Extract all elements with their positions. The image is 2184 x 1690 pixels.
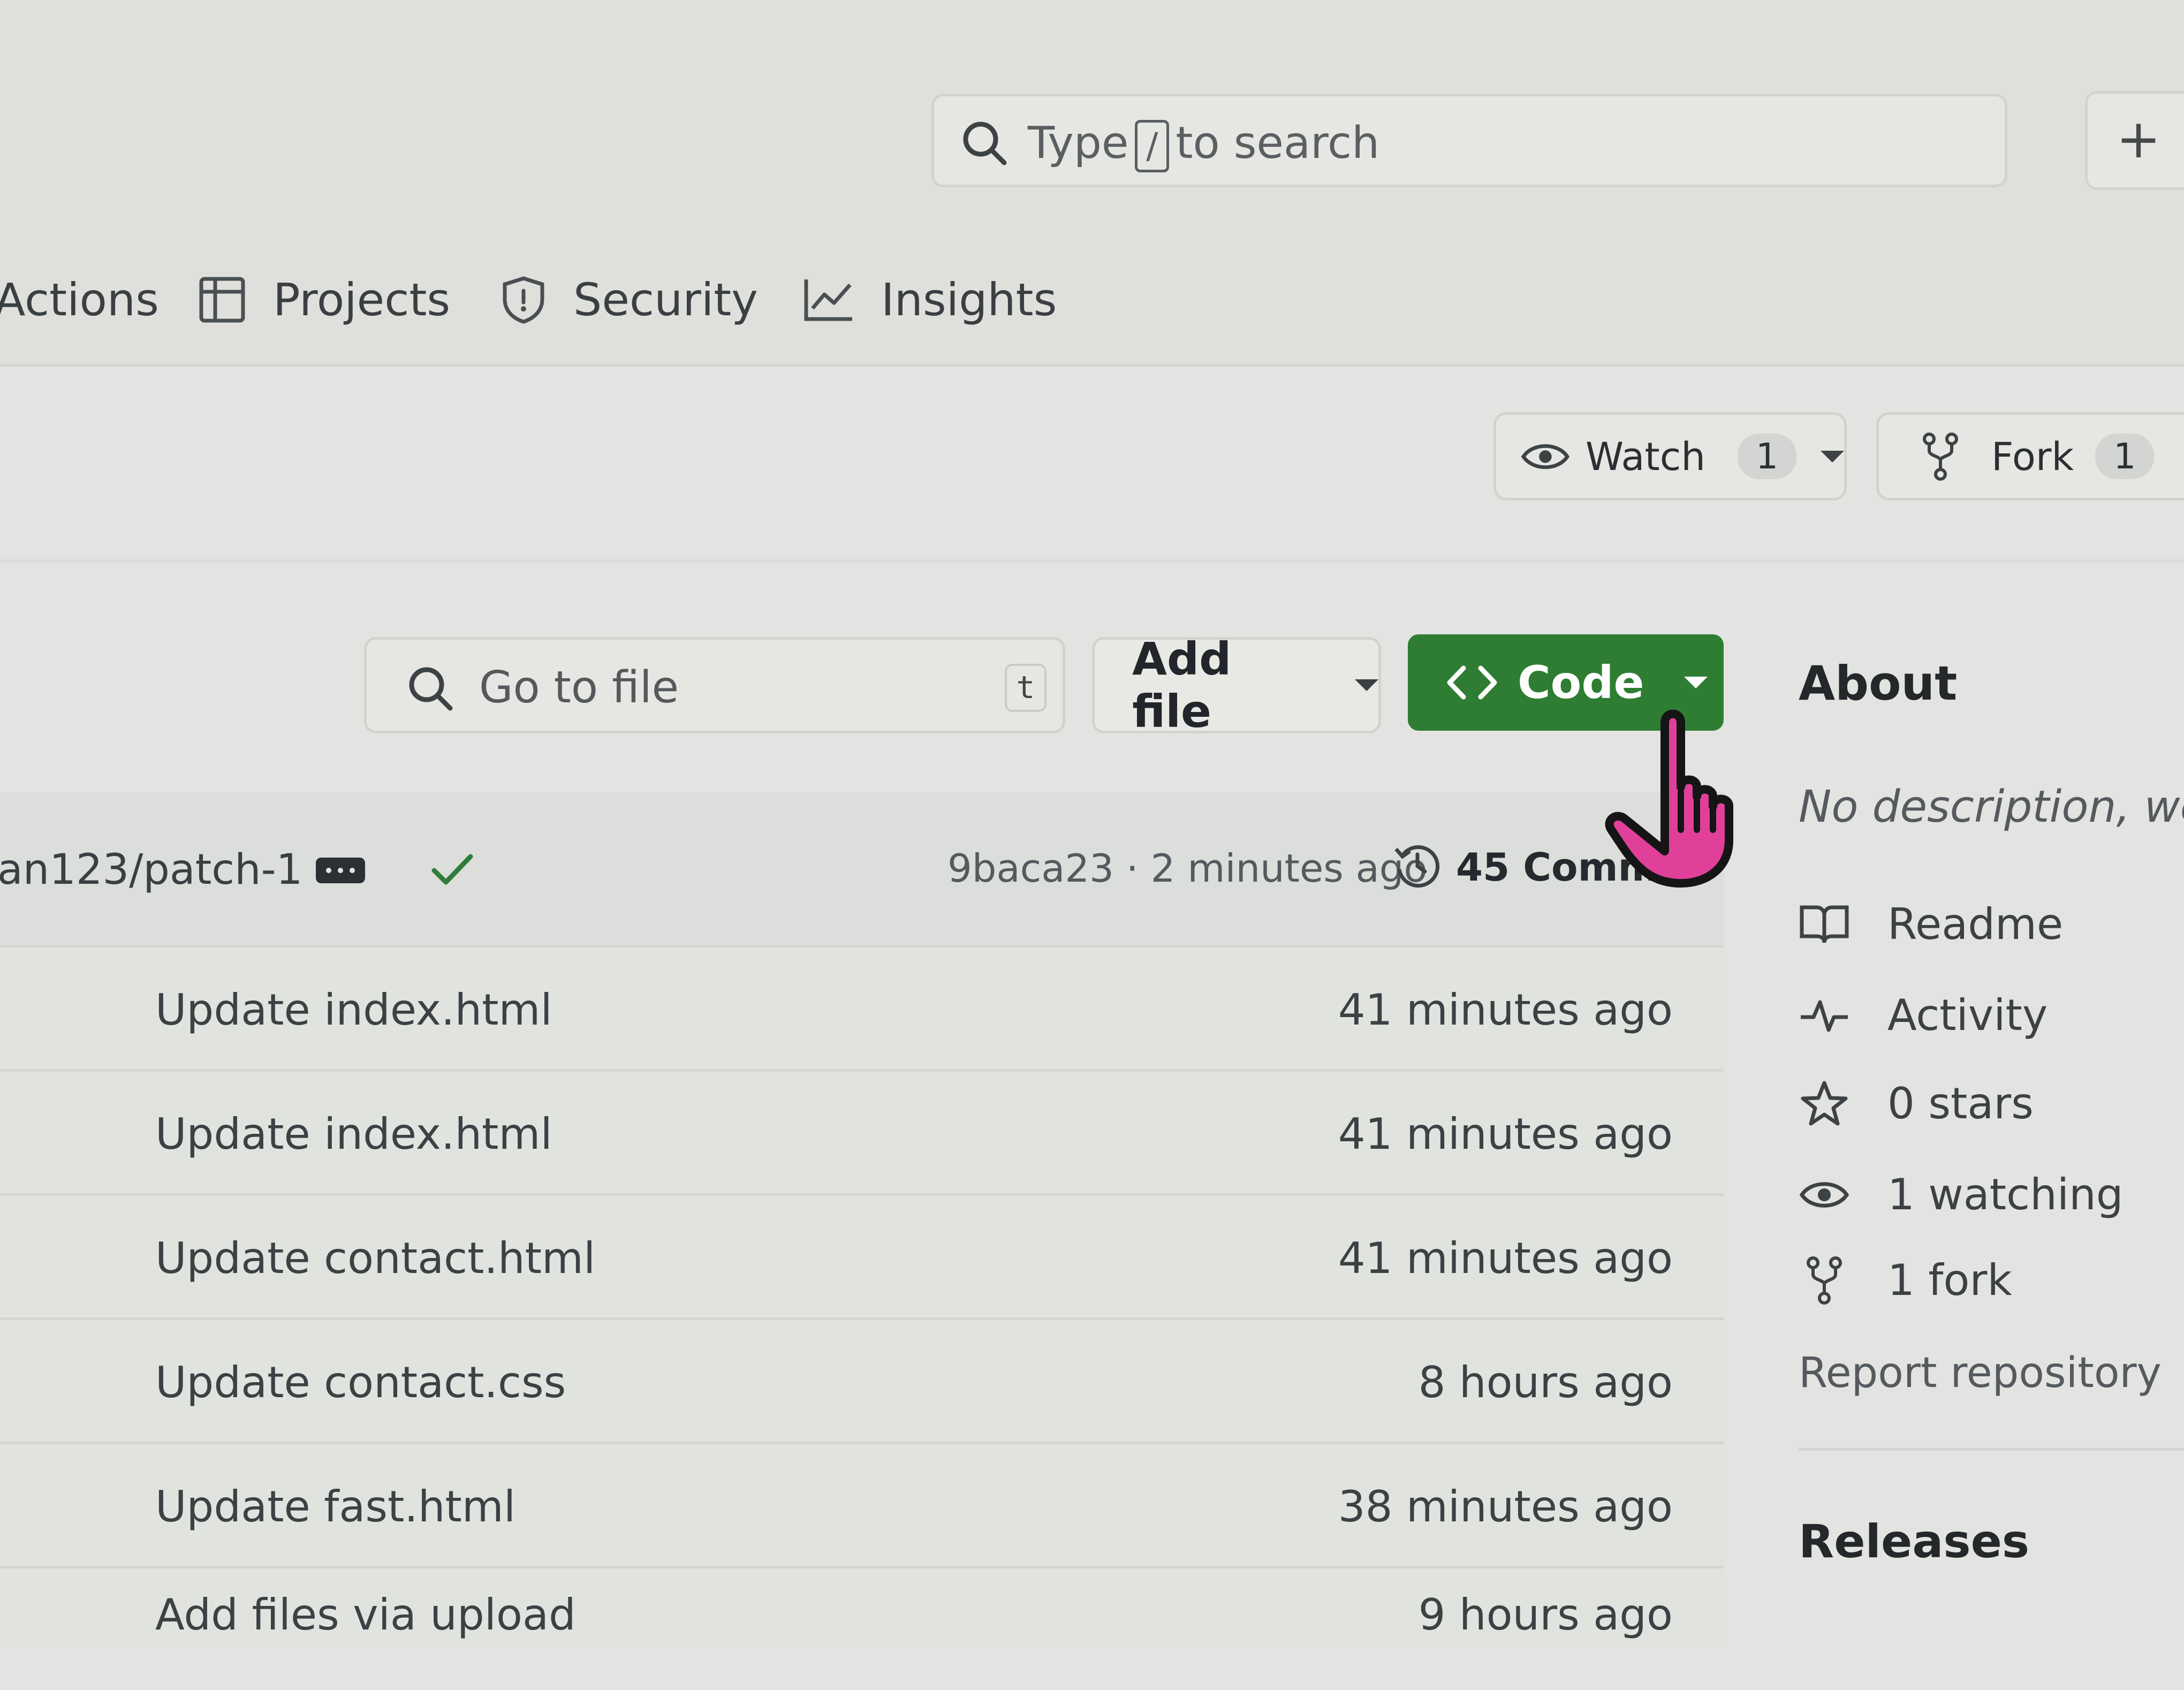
- file-list: Update index.html 41 minutes ago Update …: [0, 945, 1724, 1646]
- add-file-button[interactable]: Add file: [1092, 633, 1381, 738]
- commit-time: 41 minutes ago: [1338, 985, 1673, 1035]
- tab-actions[interactable]: Actions: [0, 273, 159, 327]
- code-icon: [1447, 665, 1497, 700]
- activity-label: Activity: [1887, 990, 2048, 1040]
- shield-icon: [503, 276, 544, 324]
- go-to-file-input[interactable]: Go to file t: [364, 637, 1065, 733]
- stars-link[interactable]: 0 stars: [1799, 1079, 2034, 1128]
- pulse-icon: [1801, 1000, 1848, 1032]
- commit-time: 9 hours ago: [1418, 1590, 1673, 1640]
- tab-security-label: Security: [573, 274, 758, 326]
- watch-label: Watch: [1585, 434, 1705, 479]
- commit-time: 41 minutes ago: [1338, 1109, 1673, 1159]
- commit-message[interactable]: Update fast.html: [155, 1482, 515, 1532]
- book-icon: [1800, 905, 1849, 943]
- history-icon: [1394, 845, 1440, 888]
- tab-security[interactable]: Security: [500, 273, 758, 327]
- chevron-down-icon: [1684, 677, 1708, 688]
- hand-cursor-icon: [1605, 709, 1733, 888]
- tab-projects[interactable]: Projects: [198, 273, 450, 327]
- eye-icon: [1799, 1181, 1849, 1208]
- releases-title: Releases: [1799, 1515, 2030, 1568]
- list-item[interactable]: Update fast.html 38 minutes ago: [0, 1442, 1724, 1566]
- forks-label: 1 fork: [1887, 1255, 2012, 1305]
- branch-name[interactable]: an123/patch-1: [0, 846, 302, 894]
- fork-icon: [1923, 432, 1958, 481]
- forks-link[interactable]: 1 fork: [1799, 1255, 2012, 1305]
- readme-link[interactable]: Readme: [1799, 899, 2063, 949]
- commit-message[interactable]: Update contact.css: [155, 1358, 566, 1407]
- global-search-input[interactable]: Type / to search: [931, 94, 2007, 187]
- chevron-down-icon: [1355, 679, 1378, 691]
- table-icon: [199, 277, 245, 323]
- commit-message[interactable]: Update index.html: [155, 1109, 552, 1159]
- list-item[interactable]: Add files via upload 9 hours ago: [0, 1566, 1724, 1690]
- list-item[interactable]: Update index.html 41 minutes ago: [0, 945, 1724, 1069]
- list-item[interactable]: Update contact.css 8 hours ago: [0, 1317, 1724, 1442]
- commit-message[interactable]: Add files via upload: [155, 1590, 576, 1640]
- commit-message[interactable]: Update contact.html: [155, 1233, 595, 1283]
- watching-link[interactable]: 1 watching: [1799, 1170, 2124, 1219]
- tab-insights-label: Insights: [881, 274, 1057, 326]
- star-icon: [1801, 1081, 1848, 1125]
- commit-time: 8 hours ago: [1418, 1358, 1673, 1407]
- sidebar-divider: [1799, 1448, 2184, 1451]
- latest-commit-bar: an123/patch-1 9baca23 · 2 minutes ago 45…: [0, 792, 1724, 945]
- nav-divider: [0, 364, 2184, 367]
- fork-label: Fork: [1991, 434, 2074, 479]
- go-to-file-placeholder: Go to file: [479, 662, 679, 713]
- search-icon: [963, 122, 1007, 165]
- watch-count: 1: [1738, 434, 1796, 479]
- tab-projects-label: Projects: [273, 274, 451, 326]
- search-placeholder: Type / to search: [1028, 118, 1379, 172]
- search-shortcut-key: /: [1135, 119, 1170, 172]
- add-file-label: Add file: [1132, 633, 1232, 738]
- list-item[interactable]: Update index.html 41 minutes ago: [0, 1069, 1724, 1193]
- search-icon: [409, 667, 453, 711]
- commit-message[interactable]: Update index.html: [155, 985, 552, 1035]
- about-title: About: [1799, 656, 1958, 711]
- fork-count: 1: [2095, 434, 2155, 479]
- commit-time: 41 minutes ago: [1338, 1233, 1673, 1283]
- readme-label: Readme: [1887, 899, 2064, 949]
- graph-icon: [804, 279, 852, 321]
- report-repository-link[interactable]: Report repository: [1799, 1349, 2162, 1397]
- ellipsis-icon[interactable]: [316, 858, 365, 883]
- stars-label: 0 stars: [1887, 1079, 2034, 1128]
- check-icon[interactable]: [431, 851, 474, 889]
- activity-link[interactable]: Activity: [1799, 990, 2048, 1040]
- eye-icon: [1521, 444, 1570, 469]
- fork-button[interactable]: Fork 1: [1876, 412, 2184, 501]
- tab-actions-label: Actions: [0, 274, 159, 326]
- watch-button[interactable]: Watch 1: [1493, 412, 1847, 501]
- commit-time: 38 minutes ago: [1338, 1482, 1673, 1532]
- go-to-file-shortcut: t: [1005, 664, 1046, 712]
- repo-header: Type / to search + Actions Projects Securi…: [0, 0, 2184, 364]
- watching-label: 1 watching: [1887, 1170, 2124, 1219]
- commit-sha-time[interactable]: 9baca23 · 2 minutes ago: [947, 846, 1428, 891]
- create-new-button[interactable]: +: [2085, 91, 2184, 190]
- code-label: Code: [1518, 656, 1644, 709]
- chevron-down-icon: [1821, 450, 1844, 463]
- list-item[interactable]: Update contact.html 41 minutes ago: [0, 1193, 1724, 1317]
- about-description: No description, we: [1799, 782, 2184, 832]
- tab-insights[interactable]: Insights: [803, 273, 1057, 327]
- fork-icon: [1807, 1256, 1842, 1305]
- section-divider: [0, 559, 2184, 562]
